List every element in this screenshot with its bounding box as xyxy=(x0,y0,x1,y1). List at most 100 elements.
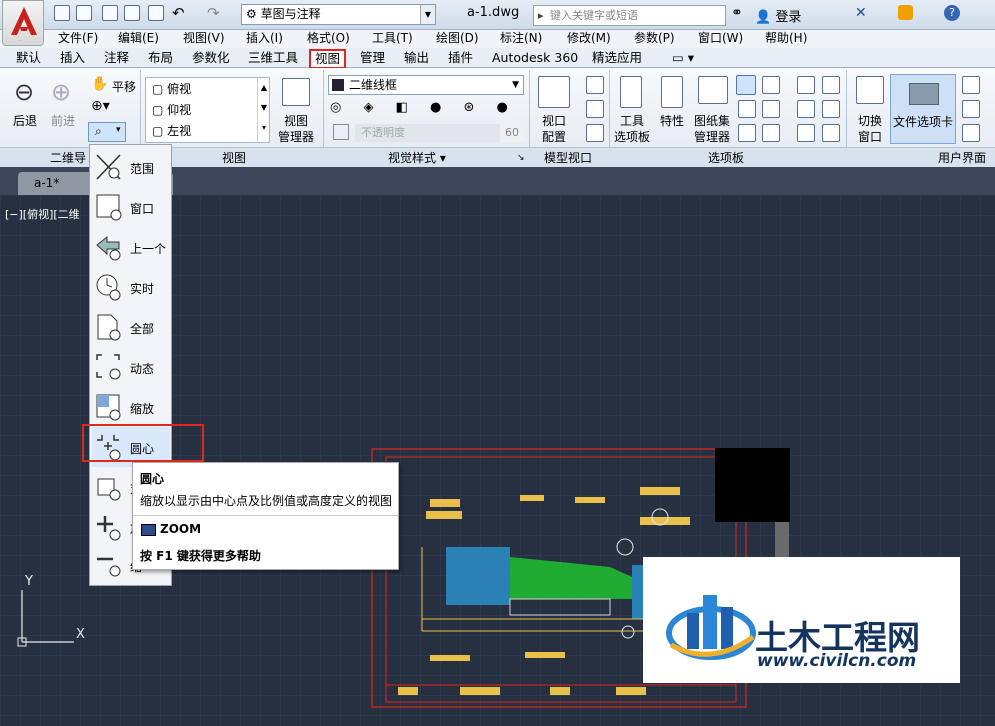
zoom-window-item[interactable]: 窗口 xyxy=(92,187,170,227)
open-icon[interactable] xyxy=(76,5,92,21)
switch-window-icon[interactable] xyxy=(856,76,884,104)
zoom-extents-icon xyxy=(95,153,122,181)
menu-parametric[interactable]: 参数(P) xyxy=(634,30,675,46)
palette-icon-c[interactable] xyxy=(797,100,815,118)
orbit-icon[interactable]: ⊕▾ xyxy=(91,98,110,114)
menu-view[interactable]: 视图(V) xyxy=(183,30,225,46)
palette-icon-d[interactable] xyxy=(822,100,840,118)
visual-style-tools[interactable]: ◎ ◈ ◧ ● ⊛ ● xyxy=(330,100,517,115)
zoom-scale-item[interactable]: 缩放 xyxy=(92,387,170,427)
tile-vertical-icon[interactable] xyxy=(962,100,980,118)
tab-plugins[interactable]: 插件 xyxy=(448,48,473,68)
new-icon[interactable] xyxy=(54,5,70,21)
dbconnect-icon[interactable] xyxy=(738,124,756,142)
view-left-label: 左视 xyxy=(167,124,192,138)
design-center-icon[interactable] xyxy=(762,76,780,94)
tab-parametric[interactable]: 参数化 xyxy=(192,48,230,68)
back-icon[interactable]: ⊖ xyxy=(14,78,34,106)
menu-window[interactable]: 窗口(W) xyxy=(698,30,743,46)
menu-format[interactable]: 格式(O) xyxy=(307,30,350,46)
opacity-slider[interactable]: 不透明度 xyxy=(355,124,500,142)
zoom-out-icon xyxy=(95,551,122,579)
zoom-scale-label: 缩放 xyxy=(130,402,155,416)
pan-icon[interactable]: ✋ xyxy=(91,76,108,92)
palette-icon-f[interactable] xyxy=(822,124,840,142)
command-line-icon[interactable] xyxy=(736,75,756,95)
print-icon[interactable] xyxy=(148,5,164,21)
restore-viewport-icon[interactable] xyxy=(586,124,604,142)
panel-visual-styles-title[interactable]: 视觉样式 ▾ xyxy=(388,148,446,168)
view-left[interactable]: ▢ 左视 xyxy=(152,122,191,139)
cascade-icon[interactable] xyxy=(962,124,980,142)
help-icon[interactable]: ? xyxy=(944,5,960,21)
viewport-controls-label[interactable]: [−][俯视][二维 xyxy=(5,206,80,222)
tab-insert[interactable]: 插入 xyxy=(60,48,85,68)
tab-output[interactable]: 输出 xyxy=(404,48,429,68)
zoom-realtime-item[interactable]: 实时 xyxy=(92,267,170,307)
palette-icon-e[interactable] xyxy=(797,124,815,142)
exchange-icon[interactable]: ✕ xyxy=(855,5,867,21)
tile-horizontal-icon[interactable] xyxy=(962,76,980,94)
tab-default[interactable]: 默认 xyxy=(16,48,41,68)
layer-palette-icon[interactable] xyxy=(762,124,780,142)
zoom-dynamic-item[interactable]: 动态 xyxy=(92,347,170,387)
tab-autodesk-360[interactable]: Autodesk 360 xyxy=(492,48,578,68)
tab-layout[interactable]: 布局 xyxy=(148,48,173,68)
login-button[interactable]: 👤 登录 xyxy=(755,6,801,25)
binoculars-icon[interactable]: ⚭ xyxy=(731,5,743,21)
zoom-split-button[interactable]: ⌕ ▾ xyxy=(88,122,126,142)
properties-icon[interactable] xyxy=(661,76,683,108)
document-title: a-1.dwg xyxy=(467,5,520,20)
palette-icon-a[interactable] xyxy=(797,76,815,94)
menu-tools[interactable]: 工具(T) xyxy=(372,30,413,46)
ribbon-toggle-icon[interactable]: ▭ ▾ xyxy=(672,48,694,68)
tooltip-divider xyxy=(133,515,398,516)
markup-icon[interactable] xyxy=(762,100,780,118)
tab-annotate[interactable]: 注释 xyxy=(104,48,129,68)
menu-dimension[interactable]: 标注(N) xyxy=(500,30,542,46)
join-viewports-icon[interactable] xyxy=(586,100,604,118)
xray-icon[interactable] xyxy=(333,124,349,140)
tool-palettes-icon[interactable] xyxy=(620,76,642,108)
palette-icon-b[interactable] xyxy=(822,76,840,94)
dialog-launcher-icon[interactable]: ↘ xyxy=(517,148,525,168)
gallery-scroll[interactable]: ▲ ▼ ▾ xyxy=(257,78,270,142)
redo-icon[interactable]: ↷ xyxy=(207,4,220,22)
tab-view[interactable]: 视图 xyxy=(309,49,347,69)
autodesk-app-icon[interactable] xyxy=(898,5,913,20)
search-input[interactable]: 键入关键字或短语 xyxy=(533,5,726,26)
tab-manage[interactable]: 管理 xyxy=(360,48,385,68)
black-block xyxy=(715,448,790,522)
menu-file[interactable]: 文件(F) xyxy=(58,30,98,46)
forward-icon[interactable]: ⊕ xyxy=(51,78,71,106)
tooltip-command: ZOOM xyxy=(160,522,202,536)
view-bottom[interactable]: ▢ 仰视 xyxy=(152,101,191,118)
zoom-extents-item[interactable]: 范围 xyxy=(92,147,170,187)
command-icon xyxy=(141,524,156,536)
zoom-previous-item[interactable]: 上一个 xyxy=(92,227,170,267)
menu-help[interactable]: 帮助(H) xyxy=(765,30,807,46)
calculator-icon[interactable] xyxy=(738,100,756,118)
view-top[interactable]: ▢ 俯视 xyxy=(152,80,191,97)
tab-3d-tools[interactable]: 三维工具 xyxy=(248,48,298,68)
menu-draw[interactable]: 绘图(D) xyxy=(436,30,479,46)
zoom-all-item[interactable]: 全部 xyxy=(92,307,170,347)
save-as-icon[interactable] xyxy=(124,5,140,21)
workspace-select[interactable]: ⚙ 草图与注释 ▼ xyxy=(241,4,436,25)
opacity-value[interactable]: 60 xyxy=(500,124,524,142)
file-tabs-button[interactable]: 文件选项卡 xyxy=(890,74,956,144)
named-viewports-icon[interactable] xyxy=(586,76,604,94)
menu-bar: 文件(F) 编辑(E) 视图(V) 插入(I) 格式(O) 工具(T) 绘图(D… xyxy=(0,30,995,48)
viewport-config-icon[interactable] xyxy=(538,76,570,108)
sheetset-icon[interactable] xyxy=(698,76,728,104)
panel-visual-styles-label: 视觉样式 xyxy=(388,151,437,165)
tab-featured-apps[interactable]: 精选应用 xyxy=(592,48,642,68)
menu-edit[interactable]: 编辑(E) xyxy=(118,30,159,46)
application-menu-button[interactable]: ▾ xyxy=(2,0,44,46)
menu-insert[interactable]: 插入(I) xyxy=(246,30,283,46)
save-icon[interactable] xyxy=(102,5,118,21)
visual-style-select[interactable]: 二维线框 ▼ xyxy=(328,75,524,95)
view-manager-icon[interactable] xyxy=(282,78,310,106)
undo-icon[interactable]: ↶ xyxy=(172,4,185,22)
menu-modify[interactable]: 修改(M) xyxy=(567,30,611,46)
